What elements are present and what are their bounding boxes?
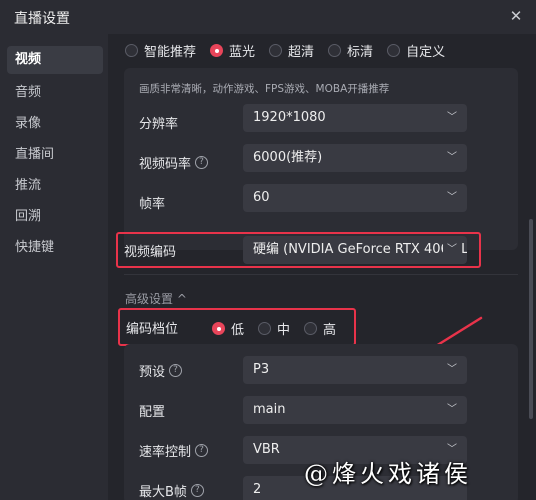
quality-card: 画质非常清晰，动作游戏、FPS游戏、MOBA开播推荐 分辨率 1920*1080… [124,68,518,250]
radio-icon [258,322,272,335]
advanced-settings-toggle[interactable]: 高级设置 ^ [125,290,187,307]
radio-icon [304,322,318,335]
radio-selected-icon [212,322,225,335]
sidebar-item-audio[interactable]: 音频 [7,79,103,107]
sidebar-item-live-room[interactable]: 直播间 [7,141,103,169]
radio-icon [387,44,401,57]
level-option-low[interactable]: 低 [212,319,244,338]
encoding-level-radio-group: 低 中 高 [212,319,350,338]
profile-select[interactable]: main ﹀ [243,396,467,424]
encoding-level-label: 编码档位 [126,321,179,337]
resolution-select[interactable]: 1920*1080 ﹀ [243,104,467,132]
chevron-down-icon: ﹀ [447,364,457,375]
sidebar-item-recording[interactable]: 录像 [7,110,103,138]
quality-option-hd[interactable]: 超清 [269,41,314,60]
sidebar-item-hotkeys[interactable]: 快捷键 [7,234,103,262]
framerate-select[interactable]: 60 ﹀ [243,184,467,212]
quality-radio-group: 智能推荐 蓝光 超清 标清 自定义 [125,41,459,60]
scrollbar-thumb[interactable] [529,219,533,419]
help-circle-icon[interactable]: ? [195,155,209,169]
watermark: @烽火戏诸侯 [304,460,472,488]
quality-option-custom[interactable]: 自定义 [387,41,445,60]
level-option-high[interactable]: 高 [304,319,336,338]
chevron-down-icon: ﹀ [447,192,457,203]
sidebar-item-video[interactable]: 视频 [7,46,103,74]
help-circle-icon[interactable]: ? [195,443,209,457]
title-bar: 直播设置 ✕ [0,0,536,34]
close-icon[interactable]: ✕ [506,6,526,26]
settings-panel: 智能推荐 蓝光 超清 标清 自定义 画质非常清晰，动作游戏、FPS游戏、MOBA… [108,34,536,500]
bitrate-label: 视频码率 ? [139,148,209,176]
sidebar-item-streaming[interactable]: 推流 [7,172,103,200]
encoder-label: 视频编码 [124,244,177,260]
radio-icon [125,44,138,57]
encoder-select[interactable]: 硬编 (NVIDIA GeForce RTX 4060 L ﹀ [243,236,467,264]
radio-selected-icon [210,44,224,57]
level-option-medium[interactable]: 中 [258,319,290,338]
divider [124,274,518,275]
chevron-down-icon: ﹀ [447,404,457,415]
help-circle-icon[interactable]: ? [190,483,204,497]
chevron-down-icon: ﹀ [447,152,457,163]
quality-option-bluray[interactable]: 蓝光 [210,41,255,60]
resolution-label: 分辨率 [139,116,179,132]
profile-label: 配置 [139,404,166,420]
radio-icon [328,44,342,57]
quality-hint: 画质非常清晰，动作游戏、FPS游戏、MOBA开播推荐 [139,83,390,95]
quality-option-sd[interactable]: 标清 [328,41,373,60]
sidebar: 视频 音频 录像 直播间 推流 回溯 快捷键 [0,34,108,500]
bitrate-select[interactable]: 6000(推荐) ﹀ [243,144,467,172]
window-title: 直播设置 [14,11,70,27]
max-bframes-label: 最大B帧 ? [139,476,204,500]
chevron-down-icon: ﹀ [447,112,457,123]
help-circle-icon[interactable]: ? [169,363,183,377]
scrollbar[interactable] [526,34,536,500]
radio-icon [269,44,283,57]
chevron-down-icon: ﹀ [443,236,457,264]
preset-select[interactable]: P3 ﹀ [243,356,467,384]
preset-label: 预设 ? [139,356,183,384]
framerate-label: 帧率 [139,196,166,212]
rate-control-label: 速率控制 ? [139,436,209,464]
quality-option-smart[interactable]: 智能推荐 [125,41,196,60]
sidebar-item-replay[interactable]: 回溯 [7,203,103,231]
